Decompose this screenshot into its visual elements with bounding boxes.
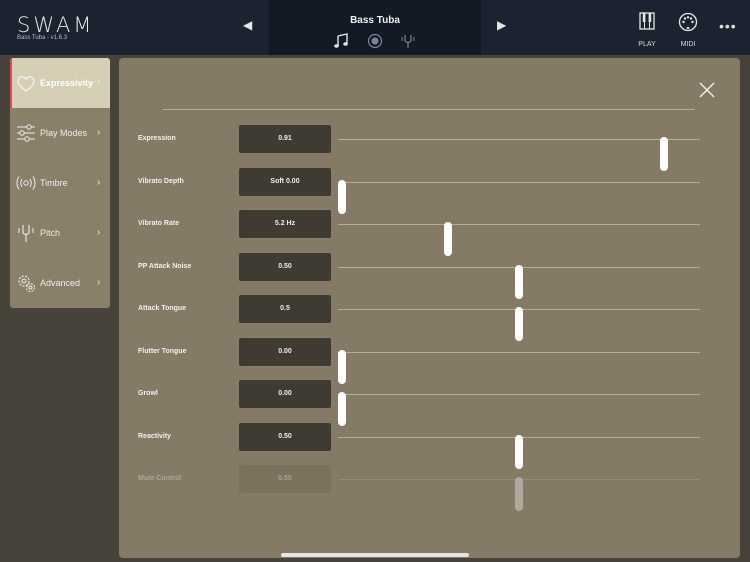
- chevron-right-icon: ›: [97, 227, 101, 238]
- param-slider-thumb[interactable]: [515, 265, 523, 299]
- play-button[interactable]: PLAY: [627, 12, 667, 48]
- param-slider-track: [338, 477, 700, 511]
- panel-divider: [163, 109, 695, 110]
- param-value-box[interactable]: Soft 0.00: [239, 168, 331, 196]
- param-slider-track[interactable]: [338, 350, 700, 384]
- param-value-box[interactable]: 0.00: [239, 380, 331, 408]
- ellipsis-icon: •••: [719, 18, 737, 34]
- chevron-right-icon: ›: [97, 177, 101, 188]
- home-indicator[interactable]: [281, 553, 469, 557]
- param-row-expression: Expression 0.91: [119, 125, 740, 171]
- param-label: Vibrato Rate: [138, 220, 180, 227]
- param-row-mute-control: Mute Control 0.50: [119, 465, 740, 511]
- sidebar: Expressivity › Play Modes › Timbre › Pit…: [10, 58, 110, 308]
- param-slider-thumb: [515, 477, 523, 511]
- param-value-box[interactable]: 0.50: [239, 253, 331, 281]
- sidebar-item-advanced[interactable]: Advanced ›: [10, 258, 110, 308]
- sidebar-item-label: Expressivity: [40, 78, 94, 88]
- tuning-fork-icon[interactable]: [400, 33, 416, 49]
- close-icon[interactable]: [697, 80, 717, 100]
- preset-title: Bass Tuba: [350, 15, 400, 26]
- more-options-button[interactable]: •••: [719, 18, 737, 34]
- preset-panel: Bass Tuba: [269, 0, 481, 55]
- chevron-right-icon: ›: [97, 127, 101, 138]
- param-label: Flutter Tongue: [138, 348, 187, 355]
- param-slider-thumb[interactable]: [338, 180, 346, 214]
- param-slider-track[interactable]: [338, 180, 700, 214]
- param-label: Mute Control: [138, 475, 182, 482]
- midi-label: MIDI: [680, 41, 696, 48]
- sidebar-item-play-modes[interactable]: Play Modes ›: [10, 108, 110, 158]
- sidebar-item-label: Advanced: [40, 278, 81, 288]
- param-slider-thumb[interactable]: [444, 222, 453, 256]
- param-slider-track[interactable]: [338, 265, 700, 299]
- app-logo: SWAM: [17, 13, 95, 37]
- param-value-box[interactable]: 5.2 Hz: [239, 210, 331, 238]
- prev-preset-button[interactable]: ◀: [243, 18, 252, 32]
- app-version: Bass Tuba - v1.6.3: [17, 35, 68, 41]
- piano-keys-icon: [639, 12, 655, 30]
- param-label: Growl: [138, 390, 158, 397]
- param-value-box: 0.50: [239, 465, 331, 493]
- param-row-reactivity: Reactivity 0.50: [119, 423, 740, 469]
- param-value-box[interactable]: 0.50: [239, 423, 331, 451]
- param-row-attack-tongue: Attack Tongue 0.5: [119, 295, 740, 341]
- param-slider-track[interactable]: [338, 137, 700, 171]
- sidebar-item-label: Play Modes: [40, 128, 88, 138]
- param-label: Vibrato Depth: [138, 178, 184, 185]
- param-slider-thumb[interactable]: [338, 350, 346, 384]
- param-value-box[interactable]: 0.91: [239, 125, 331, 153]
- next-preset-button[interactable]: ▶: [497, 18, 506, 32]
- param-row-flutter-tongue: Flutter Tongue 0.00: [119, 338, 740, 384]
- sidebar-item-label: Timbre: [40, 178, 68, 188]
- gear-icon: [18, 275, 35, 292]
- param-slider-track[interactable]: [338, 307, 700, 341]
- param-label: PP Attack Noise: [138, 263, 192, 270]
- param-row-vibrato-rate: Vibrato Rate 5.2 Hz: [119, 210, 740, 256]
- param-slider-thumb[interactable]: [515, 307, 523, 341]
- param-value-box[interactable]: 0.00: [239, 338, 331, 366]
- sidebar-item-timbre[interactable]: Timbre ›: [10, 158, 110, 208]
- chevron-right-icon: ›: [97, 277, 101, 288]
- play-label: PLAY: [638, 41, 656, 48]
- heart-icon: [17, 76, 35, 92]
- param-slider-track[interactable]: [338, 222, 700, 256]
- tuning-fork-icon: [18, 225, 34, 242]
- param-row-pp-attack-noise: PP Attack Noise 0.50: [119, 253, 740, 299]
- param-row-vibrato-depth: Vibrato Depth Soft 0.00: [119, 168, 740, 214]
- param-slider-track[interactable]: [338, 392, 700, 426]
- radio-waves-icon: [16, 176, 36, 190]
- sidebar-item-label: Pitch: [40, 228, 61, 238]
- midi-connector-icon: [678, 12, 698, 32]
- sliders-icon: [17, 124, 35, 142]
- chevron-right-icon: ›: [97, 77, 101, 88]
- expressivity-panel: Expression 0.91 Vibrato Depth Soft 0.00 …: [119, 58, 740, 558]
- param-label: Expression: [138, 135, 176, 142]
- mixer-knob-icon[interactable]: [367, 33, 383, 49]
- sidebar-item-pitch[interactable]: Pitch ›: [10, 208, 110, 258]
- param-label: Attack Tongue: [138, 305, 187, 312]
- param-value-box[interactable]: 0.5: [239, 295, 331, 323]
- sidebar-item-expressivity[interactable]: Expressivity ›: [10, 58, 110, 108]
- param-slider-thumb[interactable]: [515, 435, 523, 469]
- param-slider-track[interactable]: [338, 435, 700, 469]
- top-bar: SWAM Bass Tuba - v1.6.3 ◀ Bass Tuba ▶ PL…: [0, 0, 750, 55]
- param-slider-thumb[interactable]: [338, 392, 346, 426]
- param-label: Reactivity: [138, 433, 172, 440]
- param-row-growl: Growl 0.00: [119, 380, 740, 426]
- music-note-icon[interactable]: [333, 33, 349, 49]
- midi-button[interactable]: MIDI: [668, 12, 708, 48]
- param-slider-thumb[interactable]: [660, 137, 669, 171]
